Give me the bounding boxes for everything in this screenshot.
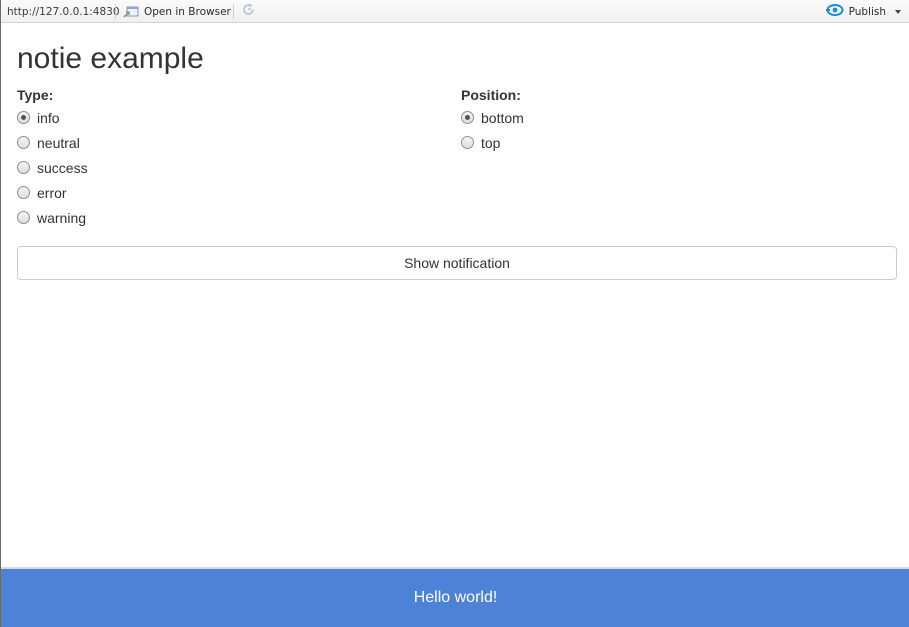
type-option-info[interactable]: info [17,105,88,130]
type-radio-group: Type: info neutral success error warning [17,87,88,230]
type-label: Type: [17,87,54,103]
publish-icon [825,3,844,20]
radio-button[interactable] [17,111,30,124]
type-option-success[interactable]: success [17,155,88,180]
notification-text: Hello world! [413,589,498,606]
url-text: http://127.0.0.1:4830 [7,6,120,18]
open-in-browser-icon [123,6,139,18]
chevron-down-icon[interactable] [895,9,901,14]
radio-label: neutral [37,134,80,151]
radio-label: success [37,159,88,176]
position-option-top[interactable]: top [461,130,524,155]
position-option-bottom[interactable]: bottom [461,105,524,130]
publish-button[interactable]: Publish [825,3,901,20]
radio-label: bottom [481,109,524,126]
type-option-warning[interactable]: warning [17,205,88,230]
radio-label: warning [37,209,87,226]
viewer-toolbar: http://127.0.0.1:4830 Open in Browser Pu… [1,0,909,23]
toolbar-divider [115,4,116,19]
position-radio-group: Position: bottom top [461,87,524,155]
radio-button[interactable] [461,111,474,124]
radio-label: top [481,134,501,151]
refresh-icon [241,2,256,20]
position-label: Position: [461,87,521,103]
open-in-browser-label: Open in Browser [144,5,231,18]
toolbar-divider [233,4,234,19]
radio-button[interactable] [17,211,30,224]
open-in-browser-button[interactable]: Open in Browser [123,3,231,20]
page-title: notie example [17,42,204,75]
publish-label: Publish [848,5,886,18]
radio-button[interactable] [461,136,474,149]
notification-bar[interactable]: Hello world! [1,567,909,627]
type-option-neutral[interactable]: neutral [17,130,88,155]
refresh-button[interactable] [240,3,256,19]
radio-button[interactable] [17,136,30,149]
radio-button[interactable] [17,161,30,174]
radio-label: error [37,184,67,201]
radio-button[interactable] [17,186,30,199]
radio-label: info [37,109,60,126]
type-option-error[interactable]: error [17,180,88,205]
app-window: http://127.0.0.1:4830 Open in Browser Pu… [0,0,909,627]
show-notification-button[interactable]: Show notification [17,246,897,280]
